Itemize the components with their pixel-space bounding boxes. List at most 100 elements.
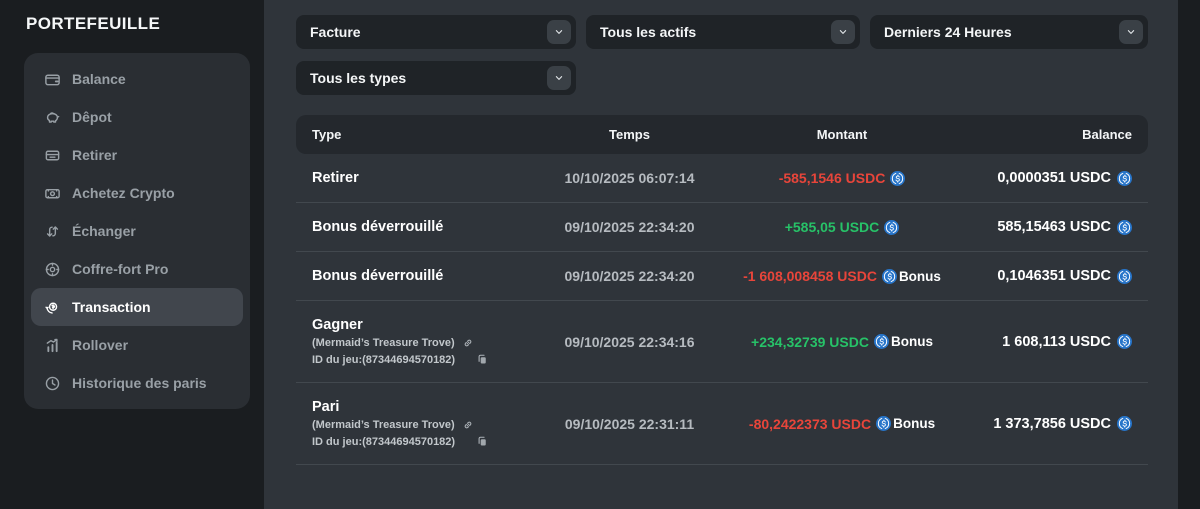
type-cell: Bonus déverrouillé (312, 219, 532, 235)
chevron-down-icon[interactable] (1119, 20, 1143, 44)
chevron-down-icon[interactable] (547, 66, 571, 90)
transaction-time: 09/10/2025 22:34:20 (532, 268, 727, 284)
game-id: ID du jeu:(87344694570182) (312, 354, 455, 366)
sidebar: PORTEFEUILLE BalanceDêpotRetirerAchetez … (0, 0, 264, 509)
balance-cell: 1 373,7856 USDC (957, 416, 1132, 432)
balance-value: 0,1046351 USDC (997, 268, 1111, 284)
game-id-line: ID du jeu:(87344694570182) (312, 435, 532, 448)
table-body: Retirer10/10/2025 06:07:14-585,1546 USDC… (296, 154, 1148, 465)
link-icon[interactable] (462, 337, 474, 349)
game-id-line: ID du jeu:(87344694570182) (312, 353, 532, 366)
balance-value: 1 373,7856 USDC (993, 416, 1111, 432)
amount-cell: +585,05 USDC (727, 219, 957, 235)
usdc-icon (874, 334, 889, 349)
usdc-icon (1117, 416, 1132, 431)
balance-value: 0,0000351 USDC (997, 170, 1111, 186)
sidebar-item-label: Dêpot (72, 109, 112, 125)
sidebar-item-d-pot[interactable]: Dêpot (31, 98, 243, 136)
sidebar-item-coffre-fort-pro[interactable]: Coffre-fort Pro (31, 250, 243, 288)
sidebar-item-label: Retirer (72, 147, 117, 163)
balance-value: 1 608,113 USDC (1002, 334, 1111, 350)
withdraw-icon (44, 147, 61, 164)
filters-bar: Facture Tous les actifs Derniers 24 Heur… (296, 15, 1148, 95)
chevron-down-icon[interactable] (831, 20, 855, 44)
history-icon (44, 375, 61, 392)
main-panel: Facture Tous les actifs Derniers 24 Heur… (264, 0, 1178, 509)
transaction-type: Bonus déverrouillé (312, 219, 532, 235)
usdc-icon (882, 269, 897, 284)
copy-icon[interactable] (476, 353, 489, 366)
game-name: (Mermaid’s Treasure Trove) (312, 419, 455, 431)
amount-cell: -80,2422373 USDC Bonus (727, 416, 957, 432)
balance-cell: 0,0000351 USDC (957, 170, 1132, 186)
game-name: (Mermaid’s Treasure Trove) (312, 337, 455, 349)
assets-filter-dropdown[interactable]: Tous les actifs (586, 15, 860, 49)
piggy-bank-icon (44, 109, 61, 126)
transaction-amount: -80,2422373 USDC (749, 416, 871, 432)
sidebar-item-achetez-crypto[interactable]: Achetez Crypto (31, 174, 243, 212)
assets-filter-value: Tous les actifs (600, 24, 696, 40)
vault-icon (44, 261, 61, 278)
sidebar-item-historique-des-paris[interactable]: Historique des paris (31, 364, 243, 402)
transaction-time: 09/10/2025 22:34:20 (532, 219, 727, 235)
balance-cell: 585,15463 USDC (957, 219, 1132, 235)
amount-cell: -585,1546 USDC (727, 170, 957, 186)
types-filter-value: Tous les types (310, 70, 406, 86)
wallet-icon (44, 71, 61, 88)
link-icon[interactable] (462, 419, 474, 431)
transaction-amount: -585,1546 USDC (779, 170, 886, 186)
bonus-badge: Bonus (891, 334, 933, 349)
sidebar-item-transaction[interactable]: Transaction (31, 288, 243, 326)
header-time: Temps (532, 127, 727, 142)
transaction-icon (44, 299, 61, 316)
sidebar-item-rollover[interactable]: Rollover (31, 326, 243, 364)
game-name-line: (Mermaid’s Treasure Trove) (312, 337, 532, 349)
copy-icon[interactable] (476, 435, 489, 448)
transaction-time: 09/10/2025 22:34:16 (532, 334, 727, 350)
usdc-icon (884, 220, 899, 235)
bonus-badge: Bonus (899, 269, 941, 284)
header-amount: Montant (727, 127, 957, 142)
sidebar-menu: Balance Dêpot Retirer Achetez Crypto Échange… (24, 53, 250, 409)
balance-cell: 0,1046351 USDC (957, 268, 1132, 284)
game-name-line: (Mermaid’s Treasure Trove) (312, 419, 532, 431)
period-filter-dropdown[interactable]: Derniers 24 Heures (870, 15, 1148, 49)
sidebar-item-label: Rollover (72, 337, 128, 353)
type-cell: Gagner (Mermaid’s Treasure Trove) ID du je… (312, 317, 532, 366)
table-row: Bonus déverrouillé09/10/2025 22:34:20-1 … (296, 252, 1148, 301)
transaction-type: Gagner (312, 317, 532, 333)
sidebar-item-label: Balance (72, 71, 126, 87)
sidebar-item-label: Achetez Crypto (72, 185, 175, 201)
table-header: Type Temps Montant Balance (296, 115, 1148, 154)
usdc-icon (876, 416, 891, 431)
type-cell: Retirer (312, 170, 532, 186)
swap-icon (44, 223, 61, 240)
bonus-badge: Bonus (893, 416, 935, 431)
rollover-icon (44, 337, 61, 354)
sidebar-item--changer[interactable]: Échanger (31, 212, 243, 250)
sidebar-item-label: Transaction (72, 299, 151, 315)
amount-cell: -1 608,008458 USDC Bonus (727, 268, 957, 284)
buy-crypto-icon (44, 185, 61, 202)
types-filter-dropdown[interactable]: Tous les types (296, 61, 576, 95)
invoice-filter-value: Facture (310, 24, 361, 40)
transaction-type: Bonus déverrouillé (312, 268, 532, 284)
transaction-type: Pari (312, 399, 532, 415)
balance-value: 585,15463 USDC (997, 219, 1111, 235)
sidebar-item-balance[interactable]: Balance (31, 60, 243, 98)
table-row: Bonus déverrouillé09/10/2025 22:34:20+58… (296, 203, 1148, 252)
invoice-filter-dropdown[interactable]: Facture (296, 15, 576, 49)
sidebar-item-label: Coffre-fort Pro (72, 261, 168, 277)
usdc-icon (1117, 171, 1132, 186)
transaction-time: 09/10/2025 22:31:11 (532, 416, 727, 432)
transaction-amount: -1 608,008458 USDC (743, 268, 877, 284)
balance-cell: 1 608,113 USDC (957, 334, 1132, 350)
sidebar-item-retirer[interactable]: Retirer (31, 136, 243, 174)
table-row: Pari (Mermaid’s Treasure Trove) ID du jeu:… (296, 383, 1148, 465)
usdc-icon (1117, 334, 1132, 349)
header-type: Type (312, 127, 532, 142)
chevron-down-icon[interactable] (547, 20, 571, 44)
amount-cell: +234,32739 USDC Bonus (727, 334, 957, 350)
transaction-amount: +234,32739 USDC (751, 334, 869, 350)
header-balance: Balance (957, 127, 1132, 142)
